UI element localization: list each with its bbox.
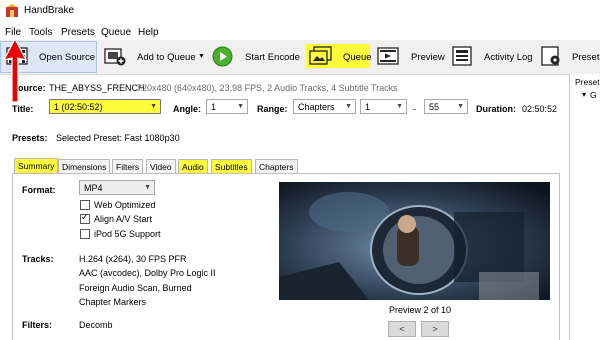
track-line: Foreign Audio Scan, Burned <box>79 283 192 293</box>
chevron-down-icon: ▼ <box>345 103 352 110</box>
presets-tree-item[interactable]: G <box>590 90 597 100</box>
angle-select[interactable]: 1 ▼ <box>206 99 248 114</box>
preview-caption: Preview 2 of 10 <box>389 305 452 315</box>
tab-audio[interactable]: Audio <box>178 159 208 173</box>
chevron-down-icon: ▼ <box>150 103 157 110</box>
preview-prev-button[interactable]: < <box>388 321 416 337</box>
range-label: Range: <box>257 104 288 114</box>
tab-summary[interactable]: Summary <box>14 158 59 173</box>
handbrake-logo-icon <box>6 4 18 17</box>
ipod-label: iPod 5G Support <box>94 229 161 239</box>
tracks-label: Tracks: <box>22 254 54 264</box>
activity-log-label[interactable]: Activity Log <box>484 52 533 63</box>
start-encode-play-icon[interactable] <box>212 46 233 67</box>
source-name: THE_ABYSS_FRENCH <box>49 83 145 93</box>
title-bar <box>0 0 600 22</box>
duration-label: Duration: <box>476 104 516 114</box>
source-info: 720x480 (640x480), 23.98 FPS, 2 Audio Tr… <box>137 83 398 93</box>
tab-filters[interactable]: Filters <box>112 159 144 173</box>
chevron-down-icon: ▼ <box>457 103 464 110</box>
duration-value: 02:50:52 <box>522 104 558 114</box>
menu-help[interactable]: Help <box>138 27 159 38</box>
filters-value: Decomb <box>79 320 113 330</box>
chevron-down-icon: ▼ <box>144 184 151 191</box>
title-select-value: 1 (02:50:52) <box>54 102 103 112</box>
web-optimized-label: Web Optimized <box>94 200 156 210</box>
align-av-label: Align A/V Start <box>94 214 153 224</box>
window-title: HandBrake <box>24 5 75 16</box>
range-type-select[interactable]: Chapters ▼ <box>293 99 356 114</box>
menu-queue[interactable]: Queue <box>101 27 131 38</box>
presets-side-panel <box>569 74 600 340</box>
presets-panel-header: Preset <box>575 77 600 87</box>
tab-chapters[interactable]: Chapters <box>255 159 298 173</box>
range-start-value: 1 <box>365 102 371 112</box>
web-optimized-checkbox[interactable] <box>80 200 90 210</box>
chevron-down-icon: ▼ <box>237 103 244 110</box>
preview-image <box>279 182 550 300</box>
tab-video[interactable]: Video <box>146 159 176 173</box>
add-to-queue-label[interactable]: Add to Queue <box>137 52 196 63</box>
range-end-select[interactable]: 55 ▼ <box>424 99 468 114</box>
open-source-label: Open Source <box>39 52 95 63</box>
align-av-checkbox[interactable] <box>80 212 90 224</box>
menu-tools[interactable]: Tools <box>29 27 52 38</box>
queue-icon[interactable] <box>309 46 333 66</box>
format-select[interactable]: MP4 ▼ <box>79 180 155 195</box>
range-start-select[interactable]: 1 ▼ <box>360 99 407 114</box>
activity-log-icon[interactable] <box>451 46 473 66</box>
ipod-checkbox[interactable] <box>80 229 90 239</box>
range-end-value: 55 <box>429 102 440 112</box>
add-to-queue-dropdown-icon[interactable]: ▼ <box>198 53 205 60</box>
format-select-value: MP4 <box>84 183 103 193</box>
tab-dimensions[interactable]: Dimensions <box>58 159 111 173</box>
start-encode-label[interactable]: Start Encode <box>245 52 300 63</box>
angle-select-value: 1 <box>211 102 217 112</box>
filters-label: Filters: <box>22 320 53 330</box>
track-line: AAC (avcodec), Dolby Pro Logic II <box>79 268 216 278</box>
format-label: Format: <box>22 185 56 195</box>
presets-icon[interactable] <box>540 46 562 66</box>
angle-label: Angle: <box>173 104 201 114</box>
presets-label[interactable]: Presets <box>572 52 600 63</box>
selected-preset: Selected Preset: Fast 1080p30 <box>56 133 180 143</box>
menu-file[interactable]: File <box>5 27 21 38</box>
preview-next-button[interactable]: > <box>421 321 449 337</box>
add-to-queue-icon[interactable] <box>104 46 126 66</box>
preview-film-icon[interactable] <box>377 46 399 66</box>
chevron-down-icon: ▼ <box>396 103 403 110</box>
track-line: Chapter Markers <box>79 297 147 307</box>
presets-tree-expander-icon[interactable]: ▾ <box>582 90 586 99</box>
track-line: H.264 (x264), 30 FPS PFR <box>79 254 187 264</box>
preview-label[interactable]: Preview <box>411 52 445 63</box>
title-select[interactable]: 1 (02:50:52) ▼ <box>49 99 161 114</box>
presets-row-label: Presets: <box>12 133 48 143</box>
range-type-value: Chapters <box>298 102 335 112</box>
red-annotation-arrow-icon <box>2 38 28 103</box>
title-label: Title: <box>12 104 34 114</box>
tab-subtitles[interactable]: Subtitles <box>211 159 252 173</box>
range-separator: - <box>413 104 416 114</box>
menu-presets[interactable]: Presets <box>61 27 95 38</box>
queue-label[interactable]: Queue <box>343 52 372 63</box>
